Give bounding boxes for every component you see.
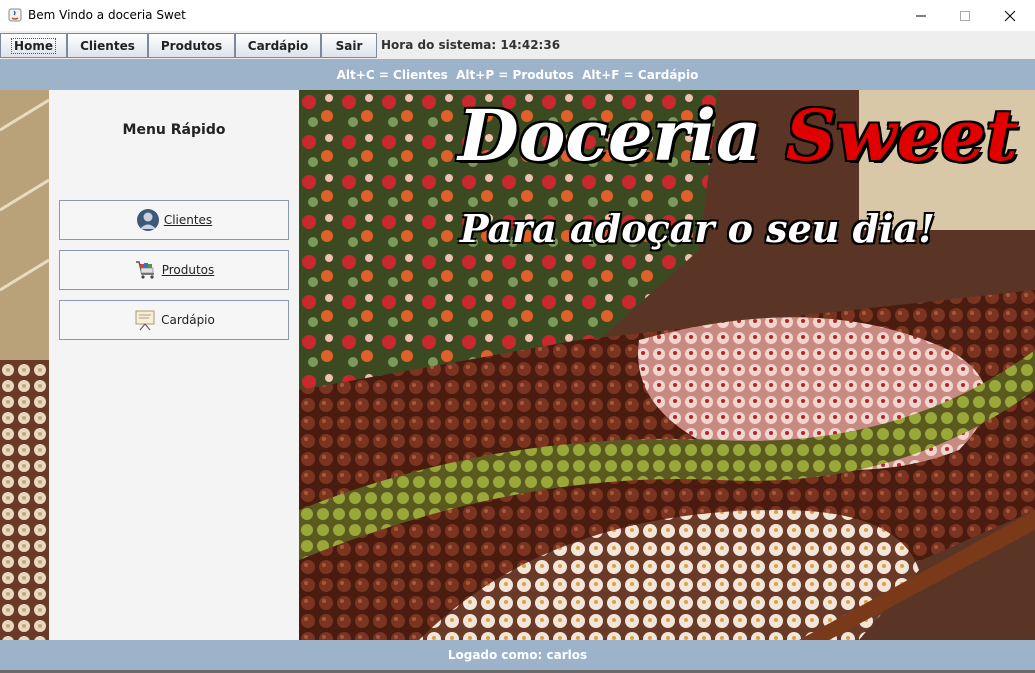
java-app-icon [8, 8, 22, 22]
quick-clientes-button[interactable]: Clientes [59, 200, 289, 240]
shortcut-banner: Alt+C = Clientes Alt+P = Produtos Alt+F … [0, 59, 1035, 90]
logged-in-user: Logado como: carlos [447, 648, 588, 662]
minimize-icon [916, 15, 926, 16]
minimize-button[interactable] [898, 0, 944, 31]
system-clock: Hora do sistema: 14:42:36 [381, 38, 560, 52]
title-bar: Bem Vindo a doceria Swet [0, 0, 1035, 32]
sair-button[interactable]: Sair [321, 33, 377, 58]
clock-label: Hora do sistema: [381, 38, 497, 52]
home-button-label: Home [11, 37, 56, 54]
quick-produtos-label: Produtos [161, 263, 215, 277]
brand-headline: Doceria Sweet [458, 96, 1018, 176]
window-title: Bem Vindo a doceria Swet [28, 8, 186, 22]
cardapio-button[interactable]: Cardápio [235, 33, 321, 58]
quick-cardapio-label: Cardápio [161, 313, 215, 327]
produtos-button[interactable]: Produtos [148, 33, 235, 58]
quick-produtos-button[interactable]: Produtos [59, 250, 289, 290]
user-avatar-icon [136, 209, 159, 231]
brand-word-doceria: Doceria [458, 94, 762, 177]
quick-cardapio-button[interactable]: Cardápio [59, 300, 289, 340]
close-button[interactable] [987, 0, 1033, 31]
maximize-button[interactable] [942, 0, 988, 31]
clientes-button[interactable]: Clientes [67, 33, 148, 58]
main-toolbar: Home Clientes Produtos Cardápio Sair Hor… [0, 31, 1035, 59]
brand-tagline: Para adoçar o seu dia! [460, 206, 935, 251]
quick-menu-title: Menu Rápido [122, 122, 226, 138]
home-button[interactable]: Home [0, 33, 67, 58]
shortcut-text: Alt+C = Clientes Alt+P = Produtos Alt+F … [336, 67, 699, 82]
clock-value: 14:42:36 [500, 38, 561, 52]
close-icon [1004, 10, 1016, 21]
menu-board-icon [135, 310, 155, 331]
quick-menu-panel: Menu Rápido Clientes Produtos Cardápio [49, 90, 299, 640]
status-bar: Logado como: carlos [0, 640, 1035, 670]
sweets-photo-left-strip [0, 90, 49, 640]
brand-word-sweet: Sweet [785, 94, 1018, 177]
shopping-cart-icon [135, 261, 154, 279]
quick-clientes-label: Clientes [163, 213, 213, 227]
maximize-icon [960, 10, 970, 21]
